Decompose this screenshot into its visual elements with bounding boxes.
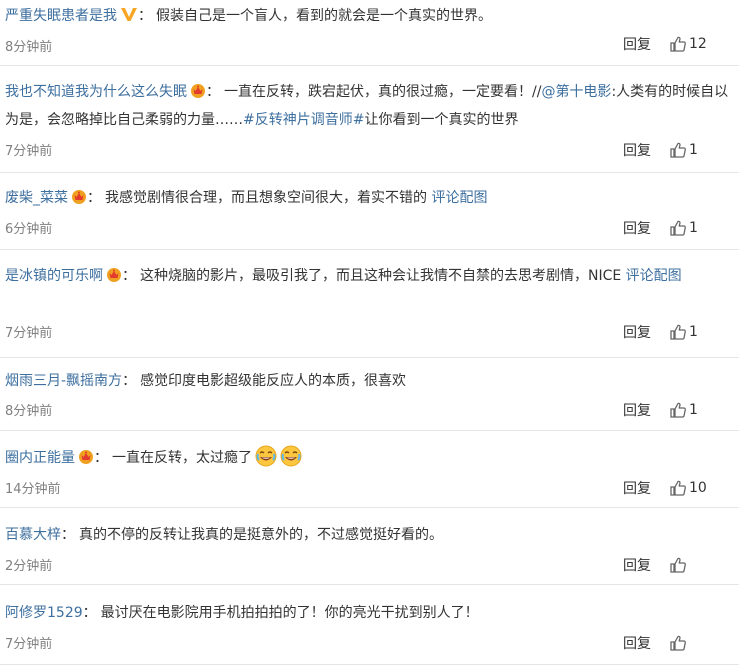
comment-body: 我也不知道我为什么这么失眠 ：一直在反转，跌宕起伏，真的很过瘾，一定要看！//@第…	[5, 78, 729, 134]
reply-button[interactable]: 回复	[623, 478, 651, 498]
comment-item: 严重失眠患者是我 ：假装自己是一个盲人，看到的就会是一个真实的世界。 8分钟前 回复 1…	[0, 0, 739, 66]
comment-text: 假装自己是一个盲人，看到的就会是一个真实的世界。	[156, 8, 492, 24]
username-link[interactable]: 圈内正能量	[5, 450, 75, 466]
timestamp: 7分钟前	[5, 637, 53, 652]
thumbs-up-icon	[669, 401, 687, 419]
comment-image-link[interactable]: 评论配图	[431, 190, 487, 206]
like-button[interactable]: 1	[669, 323, 709, 341]
laugh-cry-emoji-icon	[255, 445, 277, 467]
thumbs-up-icon	[669, 219, 687, 237]
thumbs-up-icon	[669, 141, 687, 159]
like-button[interactable]: 1	[669, 401, 709, 419]
reply-button[interactable]: 回复	[623, 140, 651, 160]
username-link[interactable]: 百慕大梓	[5, 527, 61, 543]
colon: ：	[138, 8, 152, 24]
username-link[interactable]: 严重失眠患者是我	[5, 8, 117, 24]
thumbs-up-icon	[669, 35, 687, 53]
reply-button[interactable]: 回复	[623, 322, 651, 342]
comment-item: 百慕大梓： 真的不停的反转让我真的是挺意外的，不过感觉挺好看的。 2分钟前 回复	[0, 508, 739, 585]
reply-button[interactable]: 回复	[623, 34, 651, 54]
comment-text: 感觉印度电影超级能反应人的本质，很喜欢	[140, 373, 407, 389]
comment-actions: 回复	[623, 633, 709, 653]
comment-list: 严重失眠患者是我：假装自己是一个盲人，看到的就会是一个真实的世界。 8分钟前 回复 1…	[0, 0, 739, 665]
like-button[interactable]: 12	[669, 35, 709, 53]
comment-body: 废柴_菜菜 ：我感觉剧情很合理，而且想象空间很大，着实不错的 评论配图	[5, 184, 729, 212]
thumbs-up-icon	[669, 323, 687, 341]
comment-item: 烟雨三月-飘摇南方： 感觉印度电影超级能反应人的本质，很喜欢 8分钟前 回复 1	[0, 358, 739, 431]
comment-actions: 回复	[623, 555, 709, 575]
comment-text: 我感觉剧情很合理，而且想象空间很大，着实不错的	[105, 190, 432, 206]
comment-body: 烟雨三月-飘摇南方： 感觉印度电影超级能反应人的本质，很喜欢	[5, 367, 729, 395]
comment-body: 严重失眠患者是我 ：假装自己是一个盲人，看到的就会是一个真实的世界。	[5, 2, 729, 30]
colon: ：	[206, 84, 220, 100]
comment-text: 让你看到一个真实的世界	[364, 112, 519, 128]
like-count: 1	[689, 220, 698, 236]
timestamp: 7分钟前	[5, 144, 53, 159]
reply-button[interactable]: 回复	[623, 633, 651, 653]
comment-actions: 回复 1	[623, 218, 709, 238]
like-count: 12	[689, 36, 707, 52]
timestamp: 7分钟前	[5, 326, 53, 341]
comment-body: 圈内正能量 ：一直在反转，太过瘾了	[5, 444, 729, 472]
like-count: 1	[689, 402, 698, 418]
like-button[interactable]: 1	[669, 141, 709, 159]
reply-button[interactable]: 回复	[623, 218, 651, 238]
comment-body: 是冰镇的可乐啊 ：这种烧脑的影片，最吸引我了，而且这种会让我情不自禁的去思考剧情，…	[5, 262, 729, 290]
crown-icon	[190, 82, 206, 98]
colon: ：	[82, 605, 97, 621]
comment-body: 阿修罗1529： 最讨厌在电影院用手机拍拍拍的了！你的亮光干扰到别人了！	[5, 599, 729, 627]
thumbs-up-icon	[669, 479, 687, 497]
mention-link[interactable]: @第十电影	[541, 84, 611, 100]
like-count: 1	[689, 142, 698, 158]
comment-text: 一直在反转，太过瘾了	[112, 450, 252, 466]
username-link[interactable]: 我也不知道我为什么这么失眠	[5, 84, 187, 100]
like-button[interactable]: 10	[669, 479, 709, 497]
colon: ：	[122, 373, 137, 389]
username-link[interactable]: 废柴_菜菜	[5, 190, 68, 206]
comment-text: 最讨厌在电影院用手机拍拍拍的了！你的亮光干扰到别人了！	[100, 605, 479, 621]
like-count: 10	[689, 480, 707, 496]
comment-body: 百慕大梓： 真的不停的反转让我真的是挺意外的，不过感觉挺好看的。	[5, 521, 729, 549]
thumbs-up-icon	[669, 556, 687, 574]
hashtag-link[interactable]: #反转神片调音师#	[243, 112, 364, 128]
reply-button[interactable]: 回复	[623, 400, 651, 420]
timestamp: 14分钟前	[5, 482, 61, 497]
like-button[interactable]: 1	[669, 219, 709, 237]
comment-actions: 回复 1	[623, 322, 709, 342]
crown-icon	[78, 448, 94, 464]
colon: ：	[61, 527, 75, 543]
crown-icon	[71, 188, 87, 204]
vip-v-icon	[120, 6, 138, 22]
comment-text: 一直在反转，跌宕起伏，真的很过瘾，一定要看！//	[224, 84, 542, 100]
colon: ：	[122, 268, 136, 284]
laugh-cry-emoji-icon	[280, 445, 302, 467]
comment-item: 废柴_菜菜 ：我感觉剧情很合理，而且想象空间很大，着实不错的 评论配图 6分钟前 回复…	[0, 173, 739, 250]
timestamp: 8分钟前	[5, 404, 53, 419]
crown-icon	[106, 266, 122, 282]
comment-item: 我也不知道我为什么这么失眠 ：一直在反转，跌宕起伏，真的很过瘾，一定要看！//@第…	[0, 66, 739, 173]
comment-text: 这种烧脑的影片，最吸引我了，而且这种会让我情不自禁的去思考剧情，NICE	[140, 268, 626, 284]
like-button[interactable]	[669, 556, 709, 574]
thumbs-up-icon	[669, 634, 687, 652]
timestamp: 8分钟前	[5, 40, 53, 55]
comment-actions: 回复 1	[623, 140, 709, 160]
comment-text: 真的不停的反转让我真的是挺意外的，不过感觉挺好看的。	[79, 527, 443, 543]
like-count: 1	[689, 324, 698, 340]
username-link[interactable]: 是冰镇的可乐啊	[5, 268, 103, 284]
username-link[interactable]: 阿修罗1529	[5, 605, 83, 621]
username-link[interactable]: 烟雨三月-飘摇南方	[5, 373, 122, 389]
colon: ：	[94, 450, 108, 466]
comment-item: 圈内正能量 ：一直在反转，太过瘾了 14分钟前 回复 10	[0, 431, 739, 508]
reply-button[interactable]: 回复	[623, 555, 651, 575]
comment-item: 阿修罗1529： 最讨厌在电影院用手机拍拍拍的了！你的亮光干扰到别人了！ 7分钟前 回…	[0, 585, 739, 665]
comment-item: 是冰镇的可乐啊 ：这种烧脑的影片，最吸引我了，而且这种会让我情不自禁的去思考剧情，…	[0, 250, 739, 358]
colon: ：	[87, 190, 101, 206]
timestamp: 2分钟前	[5, 559, 53, 574]
comment-image-link[interactable]: 评论配图	[626, 268, 682, 284]
like-button[interactable]	[669, 634, 709, 652]
timestamp: 6分钟前	[5, 222, 53, 237]
comment-actions: 回复 10	[623, 478, 709, 498]
comment-actions: 回复 1	[623, 400, 709, 420]
comment-actions: 回复 12	[623, 34, 709, 54]
